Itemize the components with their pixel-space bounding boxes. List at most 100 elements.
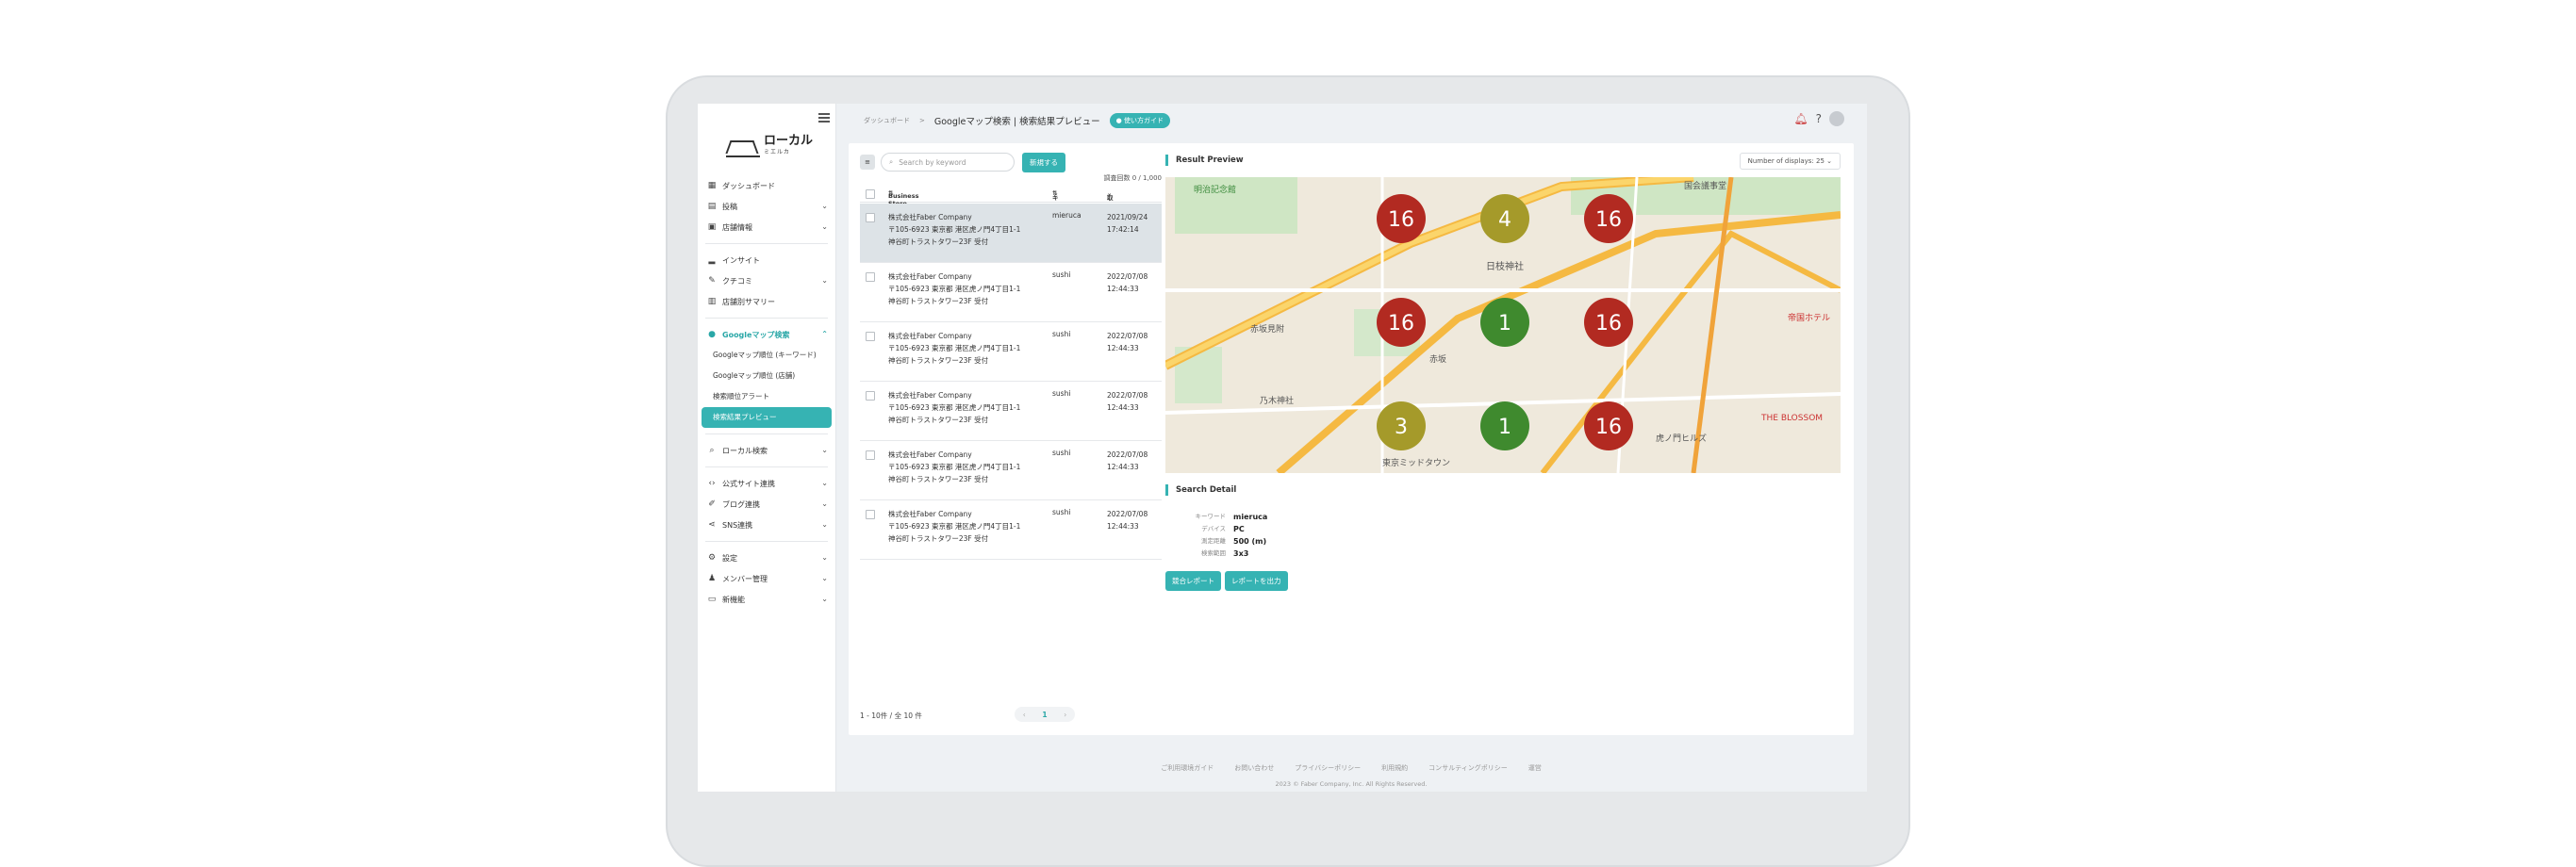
table-row[interactable]: 株式会社Faber Company 〒105-6923 東京都 港区虎ノ門4丁目1… — [860, 322, 1162, 382]
prev-page-button[interactable]: ‹ — [1023, 711, 1026, 719]
page-number[interactable]: 1 — [1042, 711, 1047, 719]
chevron-down-icon: ⌄ — [821, 202, 828, 210]
gear-icon: ⚙ — [707, 553, 717, 563]
sidebar-item-summary[interactable]: ▥ 店舗別サマリー — [698, 291, 835, 312]
export-report-button[interactable]: レポートを出力 — [1225, 571, 1288, 591]
row-checkbox[interactable] — [866, 450, 875, 460]
detail-label: デバイス — [1201, 525, 1226, 532]
table-row[interactable]: 株式会社Faber Company 〒105-6923 東京都 港区虎ノ門4丁目1… — [860, 204, 1162, 263]
sidebar-sub-store-rank[interactable]: Googleマップ順位 (店舗) — [698, 366, 835, 386]
sidebar-item-insight[interactable]: ▂ インサイト — [698, 250, 835, 270]
footer-links: ご利用環境ガイド お問い合わせ プライバシーポリシー 利用規約 コンサルティング… — [835, 763, 1867, 773]
sidebar-item-maps[interactable]: ● Googleマップ検索 ⌃ — [698, 324, 835, 345]
help-icon[interactable]: ? — [1816, 112, 1822, 125]
map-label: 乃木神社 — [1260, 395, 1294, 406]
chevron-down-icon: ⌄ — [821, 574, 828, 582]
row-checkbox[interactable] — [866, 213, 875, 222]
row-name: 株式会社Faber Company — [888, 450, 972, 459]
sidebar-item-blog[interactable]: ✐ ブログ連携 ⌄ — [698, 494, 835, 515]
row-checkbox[interactable] — [866, 272, 875, 282]
row-address: 〒105-6923 東京都 港区虎ノ門4丁目1-1 — [888, 403, 1021, 412]
rank-marker[interactable]: 1 — [1480, 401, 1529, 450]
sidebar-sub-result-preview[interactable]: 検索結果プレビュー — [702, 407, 832, 428]
summary-icon: ▥ — [707, 297, 717, 306]
detail-row: キーワード mieruca — [1165, 511, 1841, 523]
select-all-checkbox[interactable] — [866, 189, 875, 199]
topbar: ダッシュボード > Googleマップ検索 | 検索結果プレビュー ● 使い方ガ… — [835, 104, 1867, 136]
rank-marker[interactable]: 16 — [1584, 401, 1633, 450]
sidebar-item-sns[interactable]: ⋖ SNS連携 ⌄ — [698, 515, 835, 535]
detail-row: デバイス PC — [1165, 523, 1841, 535]
rank-marker-label: 16 — [1595, 208, 1622, 232]
row-checkbox[interactable] — [866, 391, 875, 401]
sidebar-item-settings[interactable]: ⚙ 設定 ⌄ — [698, 548, 835, 568]
rank-marker-label: 16 — [1388, 208, 1414, 232]
footer-link[interactable]: お問い合わせ — [1234, 763, 1274, 773]
rank-marker[interactable]: 16 — [1377, 194, 1426, 243]
rank-marker[interactable]: 16 — [1584, 194, 1633, 243]
local-search-icon: ⌕ — [709, 446, 715, 455]
display-count-select[interactable]: Number of displays: 25 ⌄ — [1739, 153, 1841, 170]
chevron-down-icon: ⌄ — [821, 499, 828, 508]
divider — [705, 243, 828, 244]
menu-toggle-icon[interactable] — [818, 113, 830, 123]
map-label: 国会議事堂 — [1684, 180, 1726, 191]
table-row[interactable]: 株式会社Faber Company 〒105-6923 東京都 港区虎ノ門4丁目1… — [860, 263, 1162, 322]
next-page-button[interactable]: › — [1064, 711, 1066, 719]
sidebar-item-local-search[interactable]: ⌕ ローカル検索 ⌄ — [698, 440, 835, 461]
rank-marker[interactable]: 1 — [1480, 298, 1529, 347]
rank-marker-label: 16 — [1595, 312, 1622, 335]
footer-link[interactable]: ご利用環境ガイド — [1161, 763, 1214, 773]
sidebar-item-posts[interactable]: ▤ 投稿 ⌄ — [698, 196, 835, 217]
map-label: 東京ミッドタウン — [1382, 457, 1450, 468]
row-date: 2022/07/08 — [1107, 272, 1148, 281]
table-row[interactable]: 株式会社Faber Company 〒105-6923 東京都 港区虎ノ門4丁目1… — [860, 500, 1162, 560]
logo-text: ローカル — [764, 134, 814, 148]
rank-marker[interactable]: 16 — [1584, 298, 1633, 347]
copyright: 2023 © Faber Company, Inc. All Rights Re… — [1275, 780, 1428, 788]
footer-link[interactable]: コンサルティングポリシー — [1428, 763, 1508, 773]
chevron-down-icon: ⌄ — [821, 553, 828, 562]
sidebar-sub-keyword-rank[interactable]: Googleマップ順位 (キーワード) — [698, 345, 835, 366]
sidebar-item-dashboard[interactable]: ▦ ダッシュボード — [698, 175, 835, 196]
map-label: 赤坂 — [1429, 354, 1446, 365]
row-keyword: sushi — [1052, 330, 1071, 338]
row-address: 〒105-6923 東京都 港区虎ノ門4丁目1-1 — [888, 522, 1021, 531]
guide-button[interactable]: ● 使い方ガイド — [1109, 113, 1170, 128]
detail-value: 3x3 — [1233, 549, 1249, 558]
map-label: THE BLOSSOM — [1760, 414, 1823, 423]
action-buttons: 競合レポート レポートを出力 — [1165, 571, 1288, 591]
row-checkbox[interactable] — [866, 332, 875, 341]
row-address: 〒105-6923 東京都 港区虎ノ門4丁目1-1 — [888, 344, 1021, 352]
rank-marker[interactable]: 3 — [1377, 401, 1426, 450]
rank-marker[interactable]: 4 — [1480, 194, 1529, 243]
sidebar-item-store[interactable]: ▣ 店舗情報 ⌄ — [698, 217, 835, 237]
row-time: 17:42:14 — [1107, 225, 1139, 234]
sidebar-item-new[interactable]: ▭ 新機能 ⌄ — [698, 589, 835, 610]
result-map[interactable]: 明治記念館 日枝神社 赤坂 乃木神社 東京ミッドタウン 帝国ホテル THE BL… — [1165, 177, 1841, 473]
footer-link[interactable]: プライバシーポリシー — [1295, 763, 1361, 773]
competitor-report-button[interactable]: 競合レポート — [1165, 571, 1221, 591]
member-icon: ♟ — [707, 574, 717, 583]
row-checkbox[interactable] — [866, 510, 875, 519]
breadcrumb-home[interactable]: ダッシュボード — [864, 116, 910, 125]
row-address-2: 神谷町トラストタワー23F 受付 — [888, 534, 989, 543]
search-input[interactable]: ⌕ Search by keyword — [881, 153, 1015, 172]
bell-icon[interactable]: 🔔︎ — [1793, 112, 1808, 125]
row-address: 〒105-6923 東京都 港区虎ノ門4丁目1-1 — [888, 285, 1021, 293]
rank-marker[interactable]: 16 — [1377, 298, 1426, 347]
avatar[interactable] — [1829, 111, 1844, 126]
detail-value: 500 (m) — [1233, 537, 1267, 546]
filter-icon[interactable]: ≡ — [860, 155, 875, 170]
footer-link[interactable]: 運営 — [1528, 763, 1542, 773]
table-row[interactable]: 株式会社Faber Company 〒105-6923 東京都 港区虎ノ門4丁目1… — [860, 441, 1162, 500]
sidebar-sub-rank-alert[interactable]: 検索順位アラート — [698, 386, 835, 407]
sidebar-item-members[interactable]: ♟ メンバー管理 ⌄ — [698, 568, 835, 589]
rank-marker-label: 4 — [1498, 208, 1511, 232]
detail-label: 測定距離 — [1201, 537, 1226, 545]
table-row[interactable]: 株式会社Faber Company 〒105-6923 東京都 港区虎ノ門4丁目1… — [860, 382, 1162, 441]
sidebar-item-site[interactable]: ‹› 公式サイト連携 ⌄ — [698, 473, 835, 494]
footer-link[interactable]: 利用規約 — [1381, 763, 1408, 773]
sidebar-item-reviews[interactable]: ✎ クチコミ ⌄ — [698, 270, 835, 291]
new-search-button[interactable]: 新規する — [1022, 153, 1065, 172]
